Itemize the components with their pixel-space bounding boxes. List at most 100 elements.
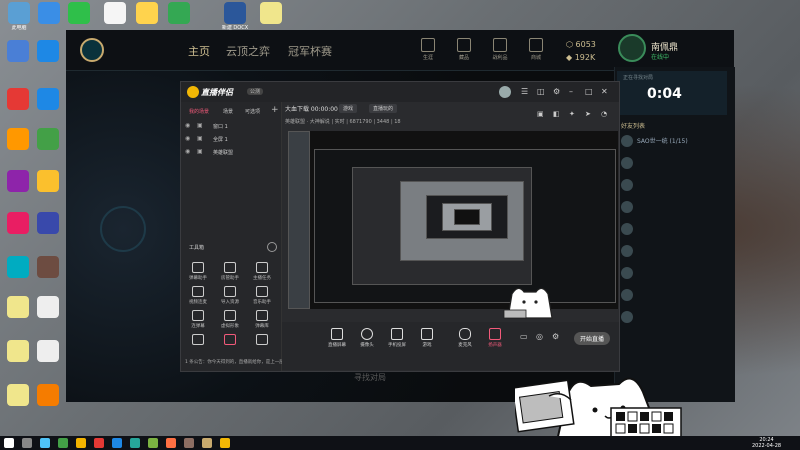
tool-misc[interactable] <box>215 334 245 345</box>
desktop-icon[interactable] <box>33 88 63 110</box>
lock-icon[interactable]: ▣ <box>197 135 203 142</box>
friend-item[interactable] <box>621 155 725 171</box>
desktop-icon[interactable] <box>64 2 94 24</box>
app-icon[interactable] <box>130 438 140 448</box>
tool-avatar[interactable]: 虚拟形象 <box>215 310 245 329</box>
desktop-icon[interactable] <box>33 384 63 406</box>
tool-import[interactable]: 导入资源 <box>215 286 245 305</box>
profile-button[interactable]: 生涯 <box>418 38 438 61</box>
game-button[interactable]: 游戏 <box>410 328 444 348</box>
find-match-button[interactable]: 寻找对局 <box>354 372 386 383</box>
desktop-icon[interactable]: 新建 DOCX <box>220 2 250 31</box>
tool-room-admin[interactable]: 房管助手 <box>215 262 245 281</box>
app-icon[interactable] <box>148 438 158 448</box>
folder-icon[interactable] <box>76 438 86 448</box>
loot-button[interactable]: 战利品 <box>490 38 510 61</box>
speaker-button[interactable]: 扬声器 <box>478 328 512 348</box>
desktop-icon[interactable] <box>33 128 63 150</box>
qq-icon[interactable] <box>40 438 50 448</box>
desktop-icon[interactable] <box>3 212 33 234</box>
tool-misc[interactable] <box>183 334 213 345</box>
shop-icon[interactable]: ◧ <box>553 110 560 118</box>
scene-item[interactable]: ◉ ▣ 英雄联盟 <box>185 148 277 158</box>
minimize-icon[interactable]: – <box>569 87 573 96</box>
tool-video-link[interactable]: 视频连麦 <box>183 286 213 305</box>
camera-button[interactable]: 摄像头 <box>350 328 384 348</box>
microphone-button[interactable]: 麦克风 <box>448 328 482 348</box>
streaming-taskbar-icon[interactable] <box>220 438 230 448</box>
desktop-icon[interactable] <box>3 40 33 62</box>
friend-item[interactable] <box>621 309 725 325</box>
lock-icon[interactable]: ▣ <box>537 110 544 118</box>
friend-item[interactable] <box>621 243 725 259</box>
tool-misc[interactable] <box>247 334 277 345</box>
settings-icon[interactable]: ⚙ <box>552 332 559 341</box>
start-icon[interactable] <box>4 438 14 448</box>
add-scene-button[interactable]: + <box>271 105 279 115</box>
desktop-icon[interactable] <box>100 2 130 24</box>
eye-icon[interactable]: ◉ <box>185 122 190 129</box>
scene-item[interactable]: ◉ ▣ 全屏 1 <box>185 135 277 145</box>
desktop-icon[interactable] <box>3 296 33 318</box>
app-icon[interactable] <box>166 438 176 448</box>
nav-clash[interactable]: 冠军杯赛 <box>288 43 332 59</box>
desktop-icon[interactable] <box>33 40 63 62</box>
desktop-icon[interactable] <box>33 212 63 234</box>
desktop-icon[interactable] <box>33 340 63 362</box>
close-icon[interactable]: ✕ <box>601 87 608 96</box>
collection-button[interactable]: 藏品 <box>454 38 474 61</box>
desktop-icon[interactable] <box>256 2 286 24</box>
lol-logo-icon[interactable] <box>80 38 104 62</box>
desktop-icon[interactable]: 此电脑 <box>4 2 34 31</box>
friend-item[interactable] <box>621 265 725 281</box>
friend-item[interactable] <box>621 177 725 193</box>
record-icon[interactable]: ▭ <box>520 332 528 341</box>
send-icon[interactable]: ➤ <box>585 110 591 118</box>
desktop-icon[interactable] <box>3 384 33 406</box>
tool-danmu-link[interactable]: 连弹幕 <box>183 310 213 329</box>
screen-capture-button[interactable]: 直播屏幕 <box>320 328 354 348</box>
tool-danmu[interactable]: 弹幕助手 <box>183 262 213 281</box>
wechat-icon[interactable] <box>58 438 68 448</box>
clock[interactable]: 20:24 2022-04-28 <box>752 437 781 449</box>
gift-icon[interactable]: ✦ <box>569 110 575 118</box>
menu-icon[interactable]: ☰ <box>521 87 528 96</box>
tab-options[interactable]: 可选项 <box>245 108 260 115</box>
share-icon[interactable]: ◎ <box>536 332 543 341</box>
tab-my-scenes[interactable]: 我的场景 <box>189 108 209 115</box>
avatar[interactable] <box>499 86 511 98</box>
app-icon[interactable] <box>112 438 122 448</box>
desktop-icon[interactable] <box>34 2 64 24</box>
scene-item[interactable]: ◉ ▣ 窗口 1 <box>185 122 277 132</box>
avatar[interactable] <box>618 34 646 62</box>
tag-chip[interactable]: 直播玩的 <box>369 104 398 113</box>
desktop-icon[interactable] <box>164 2 194 24</box>
desktop-icon[interactable] <box>33 296 63 318</box>
phone-cast-button[interactable]: 手机投屏 <box>380 328 414 348</box>
friend-item[interactable] <box>621 199 725 215</box>
desktop-icon[interactable] <box>3 340 33 362</box>
desktop-icon[interactable] <box>3 170 33 192</box>
friend-item[interactable] <box>621 221 725 237</box>
desktop-icon[interactable] <box>3 88 33 110</box>
store-button[interactable]: 商城 <box>526 38 546 61</box>
desktop-icon[interactable] <box>33 170 63 192</box>
tool-danmu-lib[interactable]: 弹幕库 <box>247 310 277 329</box>
category-chip[interactable]: 游戏 <box>339 104 358 113</box>
nav-home[interactable]: 主页 <box>188 43 210 59</box>
app-icon[interactable] <box>184 438 194 448</box>
lock-icon[interactable]: ▣ <box>197 148 203 155</box>
tool-tasks[interactable]: 主播任务 <box>247 262 277 281</box>
toolbox-settings-icon[interactable] <box>267 242 277 252</box>
eye-icon[interactable]: ◉ <box>185 148 190 155</box>
desktop-icon[interactable] <box>33 256 63 278</box>
browser-icon[interactable] <box>94 438 104 448</box>
nav-tft[interactable]: 云顶之弈 <box>226 43 270 59</box>
settings-icon[interactable]: ⚙ <box>553 87 560 96</box>
lol-taskbar-icon[interactable] <box>202 438 212 448</box>
friend-item[interactable]: SAO世一统 (1/15) <box>621 133 725 149</box>
maximize-icon[interactable]: □ <box>585 87 593 96</box>
lock-icon[interactable]: ▣ <box>197 122 203 129</box>
tab-scenes[interactable]: 场景 <box>223 108 233 115</box>
skin-icon[interactable]: ◫ <box>537 87 545 96</box>
